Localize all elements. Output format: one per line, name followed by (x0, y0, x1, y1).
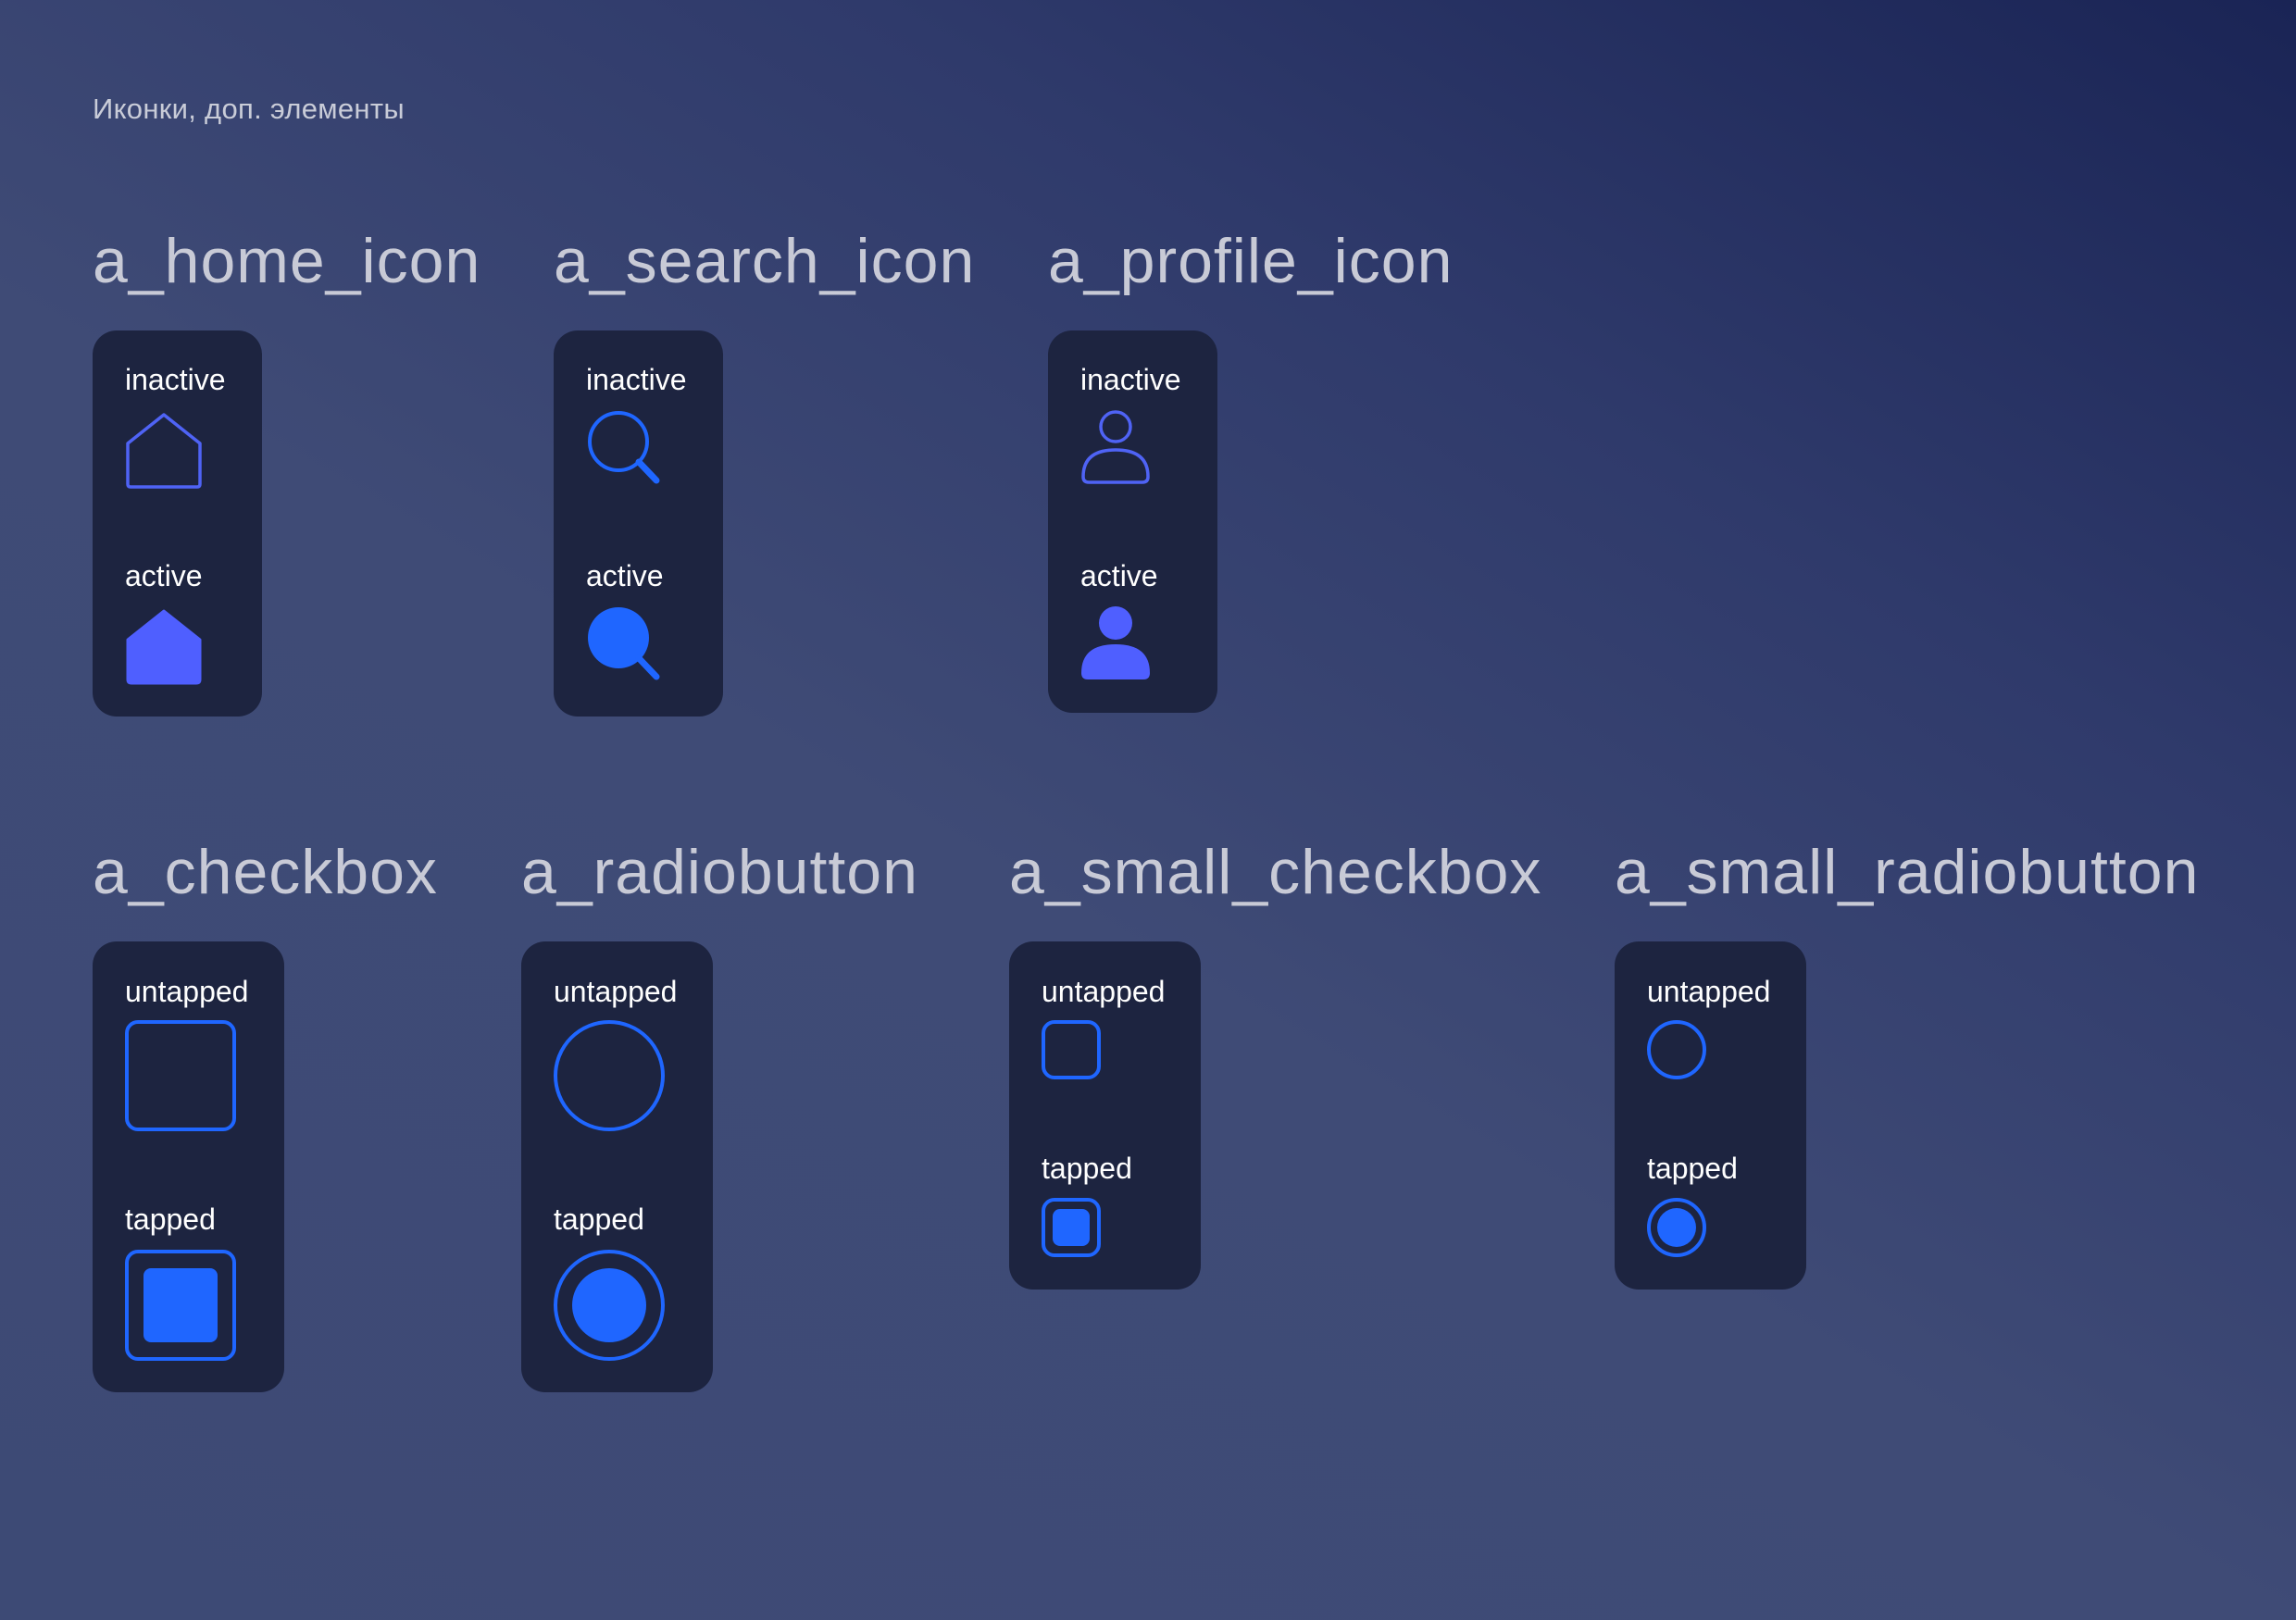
small-radiobutton-tapped[interactable] (1647, 1198, 1706, 1257)
checkbox-tapped-label: tapped (125, 1203, 216, 1236)
radiobutton-tapped[interactable] (554, 1250, 665, 1361)
small-checkbox-tapped[interactable] (1042, 1198, 1101, 1257)
small-radiobutton-card: untapped tapped (1615, 941, 1806, 1290)
checkbox-card: untapped tapped (93, 941, 284, 1392)
radiobutton-untapped[interactable] (554, 1020, 665, 1131)
small-radiobutton-title: a_small_radiobutton (1615, 837, 2200, 907)
search-icon-active[interactable] (586, 605, 669, 689)
home-icon-card: inactive active (93, 330, 262, 717)
radiobutton-untapped-label: untapped (554, 975, 678, 1008)
user-icon[interactable] (1079, 409, 1163, 492)
home-icon-title: a_home_icon (93, 226, 481, 296)
user-icon-active[interactable] (1079, 605, 1163, 689)
small-checkbox-untapped[interactable] (1042, 1020, 1101, 1079)
profile-icon-title: a_profile_icon (1048, 226, 1454, 296)
checkbox-untapped-label: untapped (125, 975, 249, 1008)
search-inactive-label: inactive (586, 363, 687, 396)
small-radiobutton-tapped-label: tapped (1647, 1152, 1738, 1185)
search-icon[interactable] (586, 409, 669, 492)
search-icon-card: inactive active (554, 330, 723, 717)
small-checkbox-untapped-label: untapped (1042, 975, 1166, 1008)
search-icon-title: a_search_icon (554, 226, 976, 296)
home-active-label: active (125, 559, 203, 592)
checkbox-untapped[interactable] (125, 1020, 236, 1131)
home-icon[interactable] (125, 412, 208, 495)
small-radiobutton-untapped-label: untapped (1647, 975, 1771, 1008)
search-active-label: active (586, 559, 664, 592)
home-icon-active[interactable] (125, 608, 208, 692)
checkbox-tapped[interactable] (125, 1250, 236, 1361)
profile-active-label: active (1080, 559, 1158, 592)
home-inactive-label: inactive (125, 363, 226, 396)
profile-inactive-label: inactive (1080, 363, 1181, 396)
small-checkbox-tapped-label: tapped (1042, 1152, 1132, 1185)
radiobutton-tapped-label: tapped (554, 1203, 644, 1236)
profile-icon-card: inactive active (1048, 330, 1217, 713)
page-caption: Иконки, доп. элементы (93, 93, 405, 125)
checkbox-title: a_checkbox (93, 837, 438, 907)
radiobutton-title: a_radiobutton (521, 837, 918, 907)
radiobutton-card: untapped tapped (521, 941, 713, 1392)
small-checkbox-title: a_small_checkbox (1009, 837, 1542, 907)
small-radiobutton-untapped[interactable] (1647, 1020, 1706, 1079)
small-checkbox-card: untapped tapped (1009, 941, 1201, 1290)
